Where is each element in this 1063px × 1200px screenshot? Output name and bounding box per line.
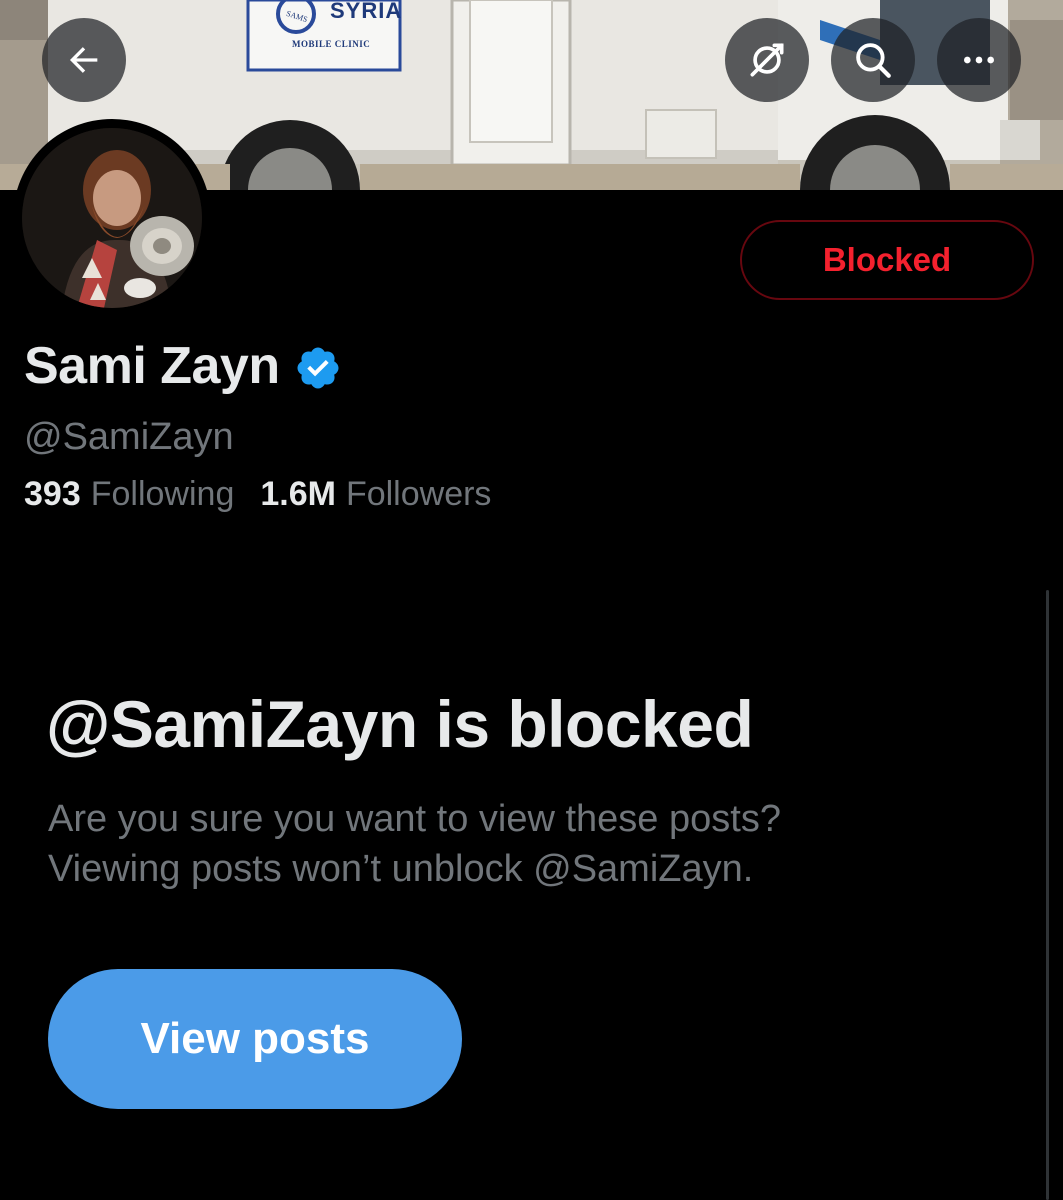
back-button[interactable]	[42, 18, 126, 102]
following-count: 393	[24, 475, 81, 513]
blocked-notice-description: Are you sure you want to view these post…	[48, 794, 948, 894]
more-horizontal-icon	[964, 56, 994, 64]
scrollbar[interactable]	[1046, 590, 1049, 1200]
followers-label: Followers	[345, 475, 492, 513]
user-handle: @SamiZayn	[24, 416, 234, 458]
blocked-notice-line-2: Viewing posts won’t unblock @SamiZayn.	[48, 848, 754, 890]
blocked-notice-line-1: Are you sure you want to view these post…	[48, 798, 781, 840]
follow-stats: 393 Following 1.6M Followers	[24, 475, 491, 514]
blocked-notice-title: @SamiZayn is blocked	[46, 687, 754, 761]
blocked-button[interactable]: Blocked	[740, 220, 1034, 300]
avatar-image	[22, 128, 202, 308]
verified-badge-icon[interactable]	[294, 344, 342, 392]
banner-sign-title: SYRIA	[330, 0, 403, 23]
followers-link[interactable]: 1.6M Followers	[260, 475, 491, 514]
grok-slash-icon	[750, 43, 784, 77]
following-label: Following	[90, 475, 235, 513]
profile-screen: SAMS SYRIA MOBILE CLINIC Blocked Sami Za…	[0, 0, 1063, 1200]
search-button[interactable]	[831, 18, 915, 102]
display-name: Sami Zayn	[24, 337, 280, 395]
arrow-left-icon	[69, 47, 98, 73]
banner-sign-subtitle: MOBILE CLINIC	[292, 39, 371, 49]
more-options-button[interactable]	[937, 18, 1021, 102]
view-posts-button[interactable]: View posts	[48, 969, 462, 1109]
following-link[interactable]: 393 Following	[24, 475, 234, 514]
avatar[interactable]	[13, 119, 211, 317]
search-icon	[856, 43, 891, 78]
grok-button[interactable]	[725, 18, 809, 102]
name-row: Sami Zayn	[24, 336, 342, 396]
followers-count: 1.6M	[260, 475, 336, 513]
